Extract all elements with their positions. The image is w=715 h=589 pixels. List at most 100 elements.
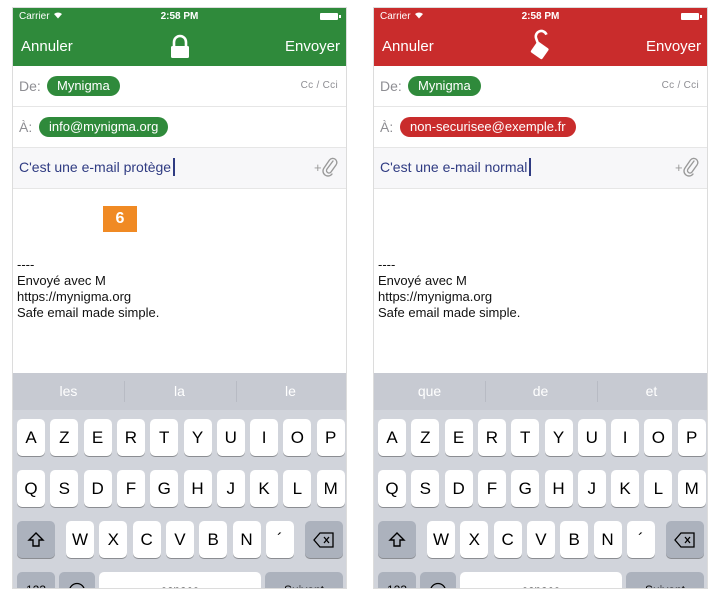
key-x[interactable]: X: [99, 521, 128, 558]
shift-key[interactable]: [17, 521, 55, 558]
space-key[interactable]: espace: [460, 572, 622, 588]
signature-line: Safe email made simple.: [378, 305, 521, 320]
key-y[interactable]: Y: [544, 419, 573, 456]
subject-input[interactable]: C'est une e-mail normal: [380, 157, 532, 176]
key-l[interactable]: L: [283, 470, 312, 507]
cc-bcc-button[interactable]: Cc / Cci: [301, 80, 338, 91]
key-s[interactable]: S: [50, 470, 79, 507]
attachment-button[interactable]: +: [314, 156, 338, 178]
key-accent[interactable]: ´: [626, 521, 655, 558]
lock-closed-icon[interactable]: [165, 32, 195, 62]
from-token[interactable]: Mynigma: [408, 76, 481, 96]
key-b[interactable]: B: [560, 521, 589, 558]
shift-key[interactable]: [378, 521, 416, 558]
key-v[interactable]: V: [526, 521, 555, 558]
key-o[interactable]: O: [283, 419, 312, 456]
key-p[interactable]: P: [316, 419, 345, 456]
email-body-signature[interactable]: ---- Envoyé avec M https://mynigma.org S…: [17, 257, 159, 321]
key-h[interactable]: H: [544, 470, 573, 507]
key-i[interactable]: I: [250, 419, 279, 456]
subject-row[interactable]: C'est une e-mail normal +: [374, 148, 707, 189]
suggestion-bar: les la le: [13, 373, 346, 410]
key-d[interactable]: D: [444, 470, 473, 507]
key-m[interactable]: M: [316, 470, 345, 507]
subject-row[interactable]: C'est une e-mail protège +: [13, 148, 346, 189]
suggestion-item[interactable]: et: [596, 373, 707, 410]
key-x[interactable]: X: [460, 521, 489, 558]
cancel-button[interactable]: Annuler: [21, 38, 73, 55]
key-r[interactable]: R: [477, 419, 506, 456]
key-d[interactable]: D: [83, 470, 112, 507]
space-key[interactable]: espace: [99, 572, 261, 588]
key-q[interactable]: Q: [378, 470, 406, 507]
key-p[interactable]: P: [677, 419, 706, 456]
signature-line: Envoyé avec M: [17, 273, 106, 288]
key-v[interactable]: V: [165, 521, 194, 558]
key-g[interactable]: G: [511, 470, 540, 507]
delete-key[interactable]: [666, 521, 704, 558]
key-u[interactable]: U: [577, 419, 606, 456]
key-r[interactable]: R: [116, 419, 145, 456]
key-s[interactable]: S: [411, 470, 440, 507]
key-accent[interactable]: ´: [265, 521, 294, 558]
key-l[interactable]: L: [644, 470, 673, 507]
suggestion-item[interactable]: le: [235, 373, 346, 410]
key-w[interactable]: W: [427, 521, 455, 558]
key-h[interactable]: H: [183, 470, 212, 507]
paperclip-icon: [322, 157, 338, 177]
to-token[interactable]: info@mynigma.org: [39, 117, 169, 137]
key-q[interactable]: Q: [17, 470, 45, 507]
delete-key[interactable]: [305, 521, 343, 558]
key-f[interactable]: F: [477, 470, 506, 507]
suggestion-item[interactable]: les: [13, 373, 124, 410]
send-button[interactable]: Envoyer: [285, 38, 340, 55]
key-w[interactable]: W: [66, 521, 94, 558]
emoji-key[interactable]: [420, 572, 456, 588]
key-m[interactable]: M: [677, 470, 706, 507]
key-c[interactable]: C: [132, 521, 161, 558]
email-body-signature[interactable]: ---- Envoyé avec M https://mynigma.org S…: [378, 257, 520, 321]
key-k[interactable]: K: [250, 470, 279, 507]
emoji-icon: [430, 582, 446, 588]
key-z[interactable]: Z: [50, 419, 79, 456]
next-key[interactable]: Suivant: [265, 572, 343, 588]
key-n[interactable]: N: [593, 521, 622, 558]
key-a[interactable]: A: [378, 419, 406, 456]
key-j[interactable]: J: [577, 470, 606, 507]
key-c[interactable]: C: [493, 521, 522, 558]
suggestion-item[interactable]: la: [124, 373, 235, 410]
from-token[interactable]: Mynigma: [47, 76, 120, 96]
cc-bcc-button[interactable]: Cc / Cci: [662, 80, 699, 91]
key-b[interactable]: B: [199, 521, 228, 558]
key-a[interactable]: A: [17, 419, 45, 456]
emoji-key[interactable]: [59, 572, 95, 588]
cancel-button[interactable]: Annuler: [382, 38, 434, 55]
key-t[interactable]: T: [150, 419, 179, 456]
numbers-key[interactable]: 123: [17, 572, 55, 588]
lock-open-icon[interactable]: [526, 29, 556, 62]
key-o[interactable]: O: [644, 419, 673, 456]
key-j[interactable]: J: [216, 470, 245, 507]
key-y[interactable]: Y: [183, 419, 212, 456]
key-u[interactable]: U: [216, 419, 245, 456]
key-e[interactable]: E: [444, 419, 473, 456]
numbers-key[interactable]: 123: [378, 572, 416, 588]
key-z[interactable]: Z: [411, 419, 440, 456]
suggestion-item[interactable]: que: [374, 373, 485, 410]
to-token[interactable]: non-securisee@exemple.fr: [400, 117, 576, 137]
key-n[interactable]: N: [232, 521, 261, 558]
suggestion-item[interactable]: de: [485, 373, 596, 410]
signature-line: https://mynigma.org: [17, 289, 132, 304]
shift-icon: [27, 532, 45, 547]
key-i[interactable]: I: [611, 419, 640, 456]
key-t[interactable]: T: [511, 419, 540, 456]
key-f[interactable]: F: [116, 470, 145, 507]
send-button[interactable]: Envoyer: [646, 38, 701, 55]
attachment-button[interactable]: +: [675, 156, 699, 178]
key-k[interactable]: K: [611, 470, 640, 507]
key-e[interactable]: E: [83, 419, 112, 456]
subject-input[interactable]: C'est une e-mail protège: [19, 157, 176, 176]
signature-line: Envoyé avec M: [378, 273, 467, 288]
key-g[interactable]: G: [150, 470, 179, 507]
next-key[interactable]: Suivant: [626, 572, 704, 588]
